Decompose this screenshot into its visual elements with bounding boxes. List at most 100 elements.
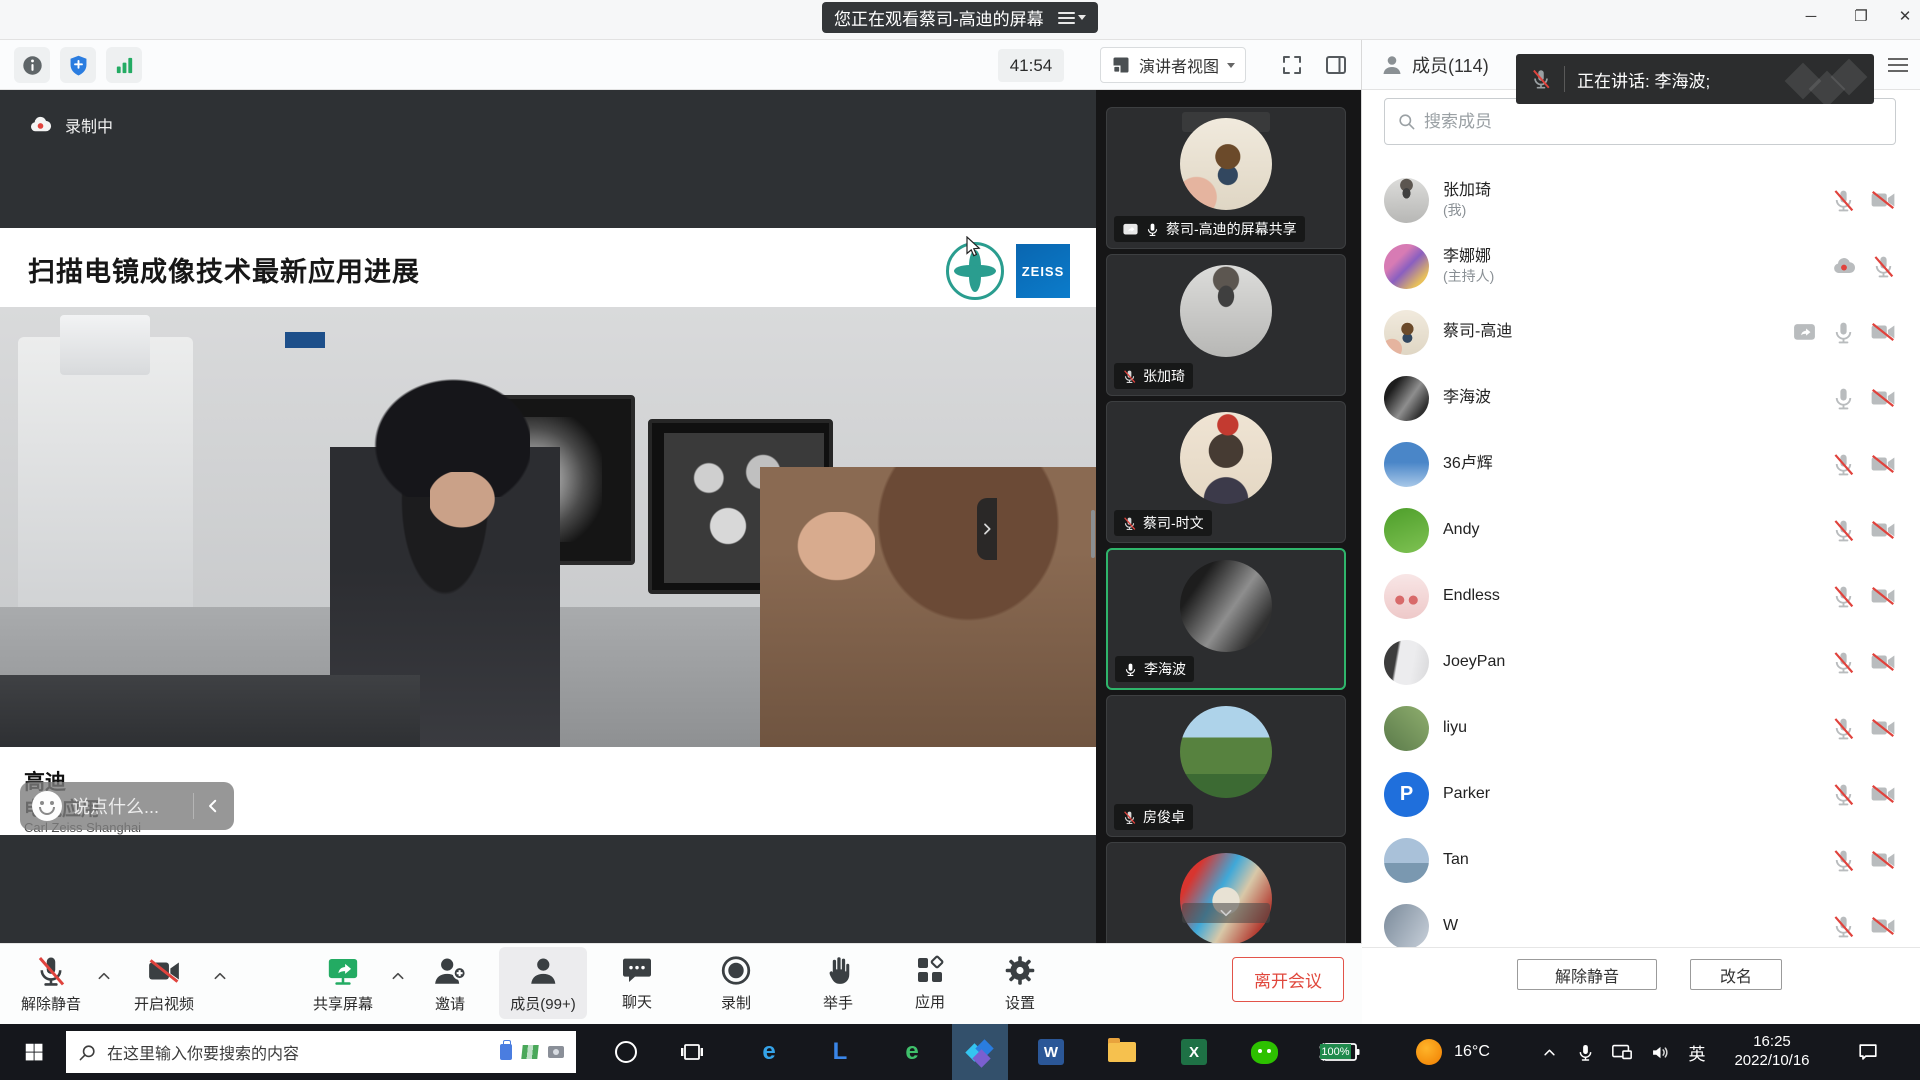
member-row[interactable]: JoeyPan	[1362, 629, 1920, 695]
mic-muted-icon[interactable]	[1871, 254, 1896, 279]
mic-muted-icon[interactable]	[1831, 650, 1856, 675]
meeting-info-button[interactable]	[14, 47, 50, 83]
start-button[interactable]	[8, 1024, 60, 1080]
mic-muted-icon[interactable]	[1831, 584, 1856, 609]
member-row[interactable]: 李娜娜(主持人)	[1362, 233, 1920, 299]
network-status-button[interactable]	[106, 47, 142, 83]
close-button[interactable]: ✕	[1884, 0, 1920, 32]
member-row[interactable]: liyu	[1362, 695, 1920, 761]
task-view-button[interactable]	[668, 1024, 716, 1080]
tray-mic-button[interactable]	[1568, 1024, 1602, 1080]
minimize-button[interactable]: ─	[1790, 0, 1832, 32]
chat-button[interactable]: 聊天	[621, 954, 653, 1012]
raise-hand-button[interactable]: 举手	[822, 954, 855, 1013]
share-options-chevron[interactable]	[390, 968, 406, 984]
video-tile[interactable]	[1106, 842, 1346, 943]
collapse-chat-icon[interactable]	[204, 797, 222, 815]
cortana-button[interactable]	[602, 1024, 650, 1080]
camera-off-icon[interactable]	[1870, 319, 1896, 345]
member-row[interactable]: Tan	[1362, 827, 1920, 893]
banner-menu-button[interactable]	[1058, 12, 1086, 24]
excel-app-button[interactable]: X	[1170, 1024, 1218, 1080]
member-row[interactable]: P Parker	[1362, 761, 1920, 827]
mic-muted-icon[interactable]	[1831, 518, 1856, 543]
quick-chat-bubble[interactable]: 说点什么...	[20, 782, 234, 830]
mic-muted-icon[interactable]	[1831, 716, 1856, 741]
camera-off-icon[interactable]	[1870, 385, 1896, 411]
members-button[interactable]: 成员(99+)	[510, 954, 575, 1014]
share-screen-button[interactable]: 共享屏幕	[313, 954, 373, 1014]
camera-off-icon[interactable]	[1870, 649, 1896, 675]
thumbnail-strip-collapse-handle[interactable]	[977, 498, 997, 560]
photos-app-button-active[interactable]	[952, 1024, 1008, 1080]
member-row[interactable]: 张加琦(我)	[1362, 167, 1920, 233]
scrollbar-thumb[interactable]	[1091, 510, 1095, 558]
blue-app-button[interactable]: L	[816, 1024, 864, 1080]
chat-input-placeholder[interactable]: 说点什么...	[72, 793, 183, 819]
video-tile[interactable]: 蔡司-时文	[1106, 401, 1346, 543]
member-row[interactable]: Andy	[1362, 497, 1920, 563]
maximize-button[interactable]: ❐	[1840, 0, 1882, 32]
fullscreen-button[interactable]	[1274, 47, 1310, 83]
settings-button[interactable]: 设置	[1004, 954, 1037, 1013]
camera-off-icon[interactable]	[1870, 715, 1896, 741]
tray-display-button[interactable]	[1604, 1024, 1640, 1080]
file-explorer-button[interactable]	[1098, 1024, 1146, 1080]
leave-meeting-button[interactable]: 离开会议	[1232, 957, 1344, 1002]
cloud-recording-icon[interactable]	[1831, 253, 1857, 279]
mic-muted-icon[interactable]	[1831, 452, 1856, 477]
apps-button[interactable]: 应用	[914, 954, 946, 1012]
member-row[interactable]: W	[1362, 893, 1920, 947]
video-tile-share[interactable]: 蔡司-高迪的屏幕共享	[1106, 107, 1346, 249]
unmute-all-button[interactable]: 解除静音	[1517, 959, 1657, 990]
member-row[interactable]: Endless	[1362, 563, 1920, 629]
member-row[interactable]: 36卢辉	[1362, 431, 1920, 497]
clock-widget[interactable]: 16:25 2022/10/16	[1716, 1024, 1828, 1080]
members-panel-menu-button[interactable]	[1888, 58, 1908, 72]
weather-widget[interactable]: 16°C	[1398, 1024, 1508, 1080]
camera-off-icon[interactable]	[1870, 187, 1896, 213]
word-app-button[interactable]: W	[1027, 1024, 1075, 1080]
input-language-button[interactable]: 英	[1680, 1024, 1714, 1080]
camera-off-icon[interactable]	[1870, 583, 1896, 609]
screen-sharing-icon[interactable]	[1792, 320, 1817, 345]
video-tile-active-speaker[interactable]: 李海波	[1106, 548, 1346, 690]
unmute-button[interactable]: 解除静音	[21, 954, 81, 1014]
mic-on-icon[interactable]	[1831, 320, 1856, 345]
mic-muted-icon[interactable]	[1831, 914, 1856, 939]
taskbar-search-box[interactable]: 在这里输入你要搜索的内容	[66, 1031, 576, 1073]
wechat-button[interactable]	[1240, 1024, 1288, 1080]
camera-off-icon[interactable]	[1870, 517, 1896, 543]
edge-browser-button[interactable]: e	[745, 1024, 793, 1080]
ie-browser-button[interactable]: e	[888, 1024, 936, 1080]
camera-off-icon[interactable]	[1870, 913, 1896, 939]
camera-off-icon[interactable]	[1870, 847, 1896, 873]
member-search-box[interactable]	[1384, 98, 1896, 145]
view-mode-dropdown[interactable]: 演讲者视图	[1100, 47, 1246, 83]
tray-overflow-button[interactable]	[1532, 1024, 1566, 1080]
side-panel-toggle-button[interactable]	[1318, 47, 1354, 83]
mic-on-icon[interactable]	[1831, 386, 1856, 411]
mic-muted-icon[interactable]	[1831, 782, 1856, 807]
tray-volume-button[interactable]	[1642, 1024, 1678, 1080]
camera-off-icon[interactable]	[1870, 781, 1896, 807]
mic-muted-icon[interactable]	[1831, 848, 1856, 873]
video-options-chevron[interactable]	[212, 968, 228, 984]
scroll-down-button[interactable]	[1182, 903, 1270, 923]
action-center-button[interactable]	[1846, 1024, 1890, 1080]
record-button[interactable]: 录制	[720, 954, 753, 1013]
start-video-button[interactable]: 开启视频	[134, 954, 194, 1014]
video-tile[interactable]: 张加琦	[1106, 254, 1346, 396]
battery-indicator[interactable]: 100%	[1310, 1024, 1366, 1080]
member-search-input[interactable]	[1424, 112, 1883, 132]
camera-off-icon[interactable]	[1870, 451, 1896, 477]
security-button[interactable]	[60, 47, 96, 83]
invite-button[interactable]: 邀请	[433, 954, 467, 1014]
member-row[interactable]: 李海波	[1362, 365, 1920, 431]
mic-muted-icon[interactable]	[1831, 188, 1856, 213]
video-tile[interactable]: 房俊卓	[1106, 695, 1346, 837]
rename-button[interactable]: 改名	[1690, 959, 1782, 990]
member-row[interactable]: 蔡司-高迪	[1362, 299, 1920, 365]
mic-options-chevron[interactable]	[96, 968, 112, 984]
emoji-icon[interactable]	[32, 791, 62, 821]
